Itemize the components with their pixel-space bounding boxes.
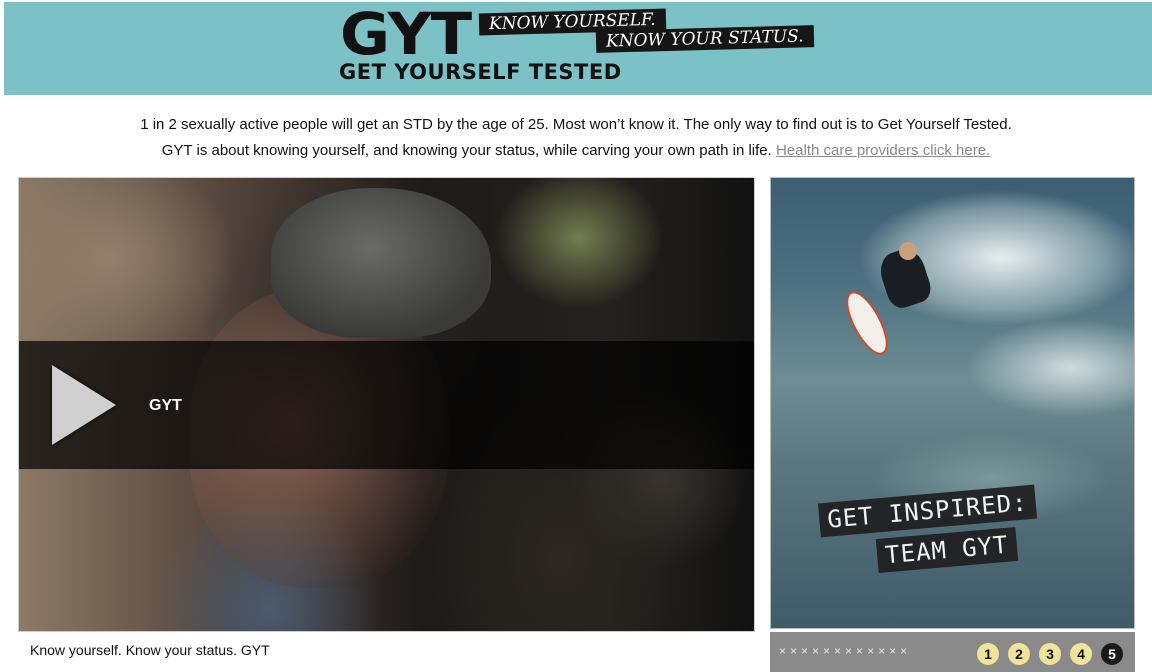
- pager-button-1[interactable]: 1: [977, 643, 999, 665]
- pager-button-5[interactable]: 5: [1101, 643, 1123, 665]
- video-caption: Know yourself. Know your status. GYT: [30, 642, 270, 658]
- health-care-providers-link[interactable]: Health care providers click here.: [776, 142, 990, 159]
- video-frame-hat: [271, 188, 491, 338]
- video-player[interactable]: GYT: [18, 177, 755, 632]
- team-gyt-label: TEAM GYT: [875, 526, 1018, 574]
- pager-dots: ××××××××××××: [779, 644, 912, 658]
- get-inspired-panel[interactable]: GET INSPIRED: TEAM GYT: [770, 177, 1135, 629]
- site-header: GYT GET YOURSELF TESTED KNOW YOURSELF. K…: [4, 2, 1152, 95]
- intro-line-1: 1 in 2 sexually active people will get a…: [140, 116, 1012, 133]
- intro-text: 1 in 2 sexually active people will get a…: [0, 112, 1152, 164]
- video-title: GYT: [149, 397, 182, 414]
- intro-line-2: GYT is about knowing yourself, and knowi…: [0, 138, 1152, 164]
- intro-line-2-text: GYT is about knowing yourself, and knowi…: [161, 142, 772, 159]
- play-icon[interactable]: [52, 365, 116, 445]
- carousel-pager: ×××××××××××× 1 2 3 4 5: [770, 632, 1135, 672]
- surfer-head-image: [899, 242, 917, 260]
- video-overlay-bar: [19, 341, 754, 469]
- pager-button-4[interactable]: 4: [1070, 643, 1092, 665]
- tagline-know-your-status: KNOW YOUR STATUS.: [595, 25, 814, 53]
- pager-button-3[interactable]: 3: [1039, 643, 1061, 665]
- logo-subtitle: GET YOURSELF TESTED: [339, 60, 622, 84]
- pager-button-2[interactable]: 2: [1008, 643, 1030, 665]
